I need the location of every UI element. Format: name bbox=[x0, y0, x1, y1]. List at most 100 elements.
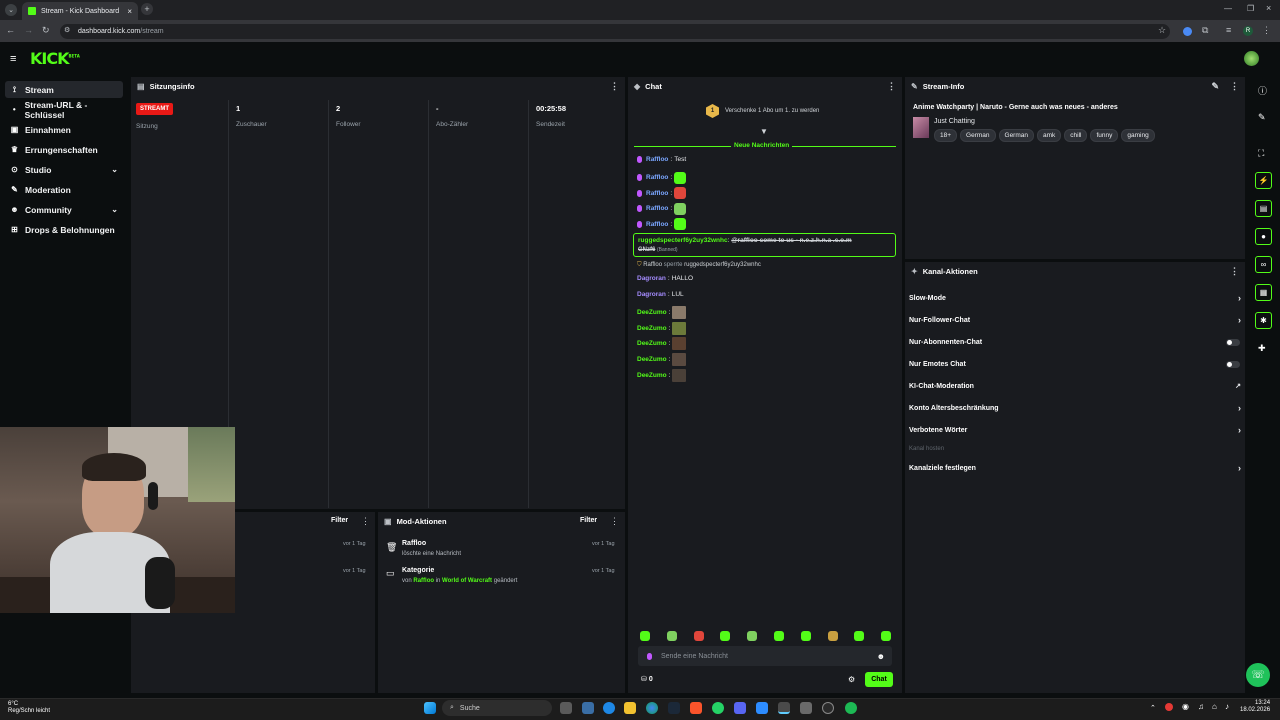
sidebar-item-5[interactable]: ✎ Moderation bbox=[5, 181, 123, 198]
profile-avatar[interactable]: R bbox=[1243, 26, 1253, 36]
activity-filter-button[interactable]: Filter bbox=[331, 517, 348, 524]
chat-emote[interactable] bbox=[672, 368, 687, 382]
chevron-down-icon[interactable]: ⌄ bbox=[111, 205, 118, 214]
kanal-row-8[interactable]: Kanalziele festlegen › bbox=[909, 461, 1241, 475]
reload-icon[interactable]: ↻ bbox=[42, 25, 50, 36]
toggle-switch[interactable] bbox=[1226, 360, 1240, 368]
app-icon-4[interactable] bbox=[778, 702, 790, 714]
file-explorer-icon[interactable] bbox=[624, 702, 636, 714]
emote-bar-item[interactable] bbox=[774, 631, 784, 641]
help-chat-button[interactable]: ☏ bbox=[1246, 663, 1270, 687]
chat-emote[interactable] bbox=[672, 337, 687, 351]
steam-icon[interactable] bbox=[668, 702, 680, 714]
banned-username[interactable]: ruggedspecterf6y2uy32wnhc bbox=[638, 237, 728, 244]
chat-username[interactable]: Dagroran bbox=[637, 275, 666, 282]
chat-username[interactable]: Raffloo bbox=[646, 190, 668, 197]
tab-search-icon[interactable]: ⌄ bbox=[5, 4, 17, 16]
extension-icon[interactable] bbox=[1183, 27, 1192, 36]
emote-bar-item[interactable] bbox=[640, 631, 650, 641]
tab-close-icon[interactable]: × bbox=[127, 7, 132, 16]
toggle-switch[interactable] bbox=[1226, 338, 1240, 346]
chat-emote[interactable] bbox=[674, 202, 687, 215]
tray-chevron-icon[interactable]: ⌃ bbox=[1150, 704, 1156, 712]
whatsapp-icon[interactable] bbox=[712, 702, 724, 714]
external-link-icon[interactable]: ↗ bbox=[1235, 382, 1241, 390]
chat-menu-icon[interactable]: ⋮ bbox=[887, 81, 896, 92]
discord-icon[interactable] bbox=[734, 702, 746, 714]
kanal-row-4[interactable]: KI-Chat-Moderation ↗ bbox=[909, 379, 1241, 393]
stream-info-edit-icon[interactable]: ✎ bbox=[1211, 81, 1219, 92]
stream-tag[interactable]: 18+ bbox=[934, 129, 958, 142]
chat-input[interactable]: Sende eine Nachricht ☻ bbox=[638, 646, 892, 666]
stream-info-menu-icon[interactable]: ⋮ bbox=[1230, 81, 1239, 92]
chat-username[interactable]: Dagroran bbox=[637, 291, 666, 298]
activity-menu-icon[interactable]: ⋮ bbox=[361, 516, 370, 527]
rail-notes-button[interactable]: ▤ bbox=[1255, 200, 1272, 217]
chevron-right-icon[interactable]: › bbox=[1238, 315, 1241, 325]
reading-list-icon[interactable]: ≡ bbox=[1226, 25, 1231, 35]
chat-username[interactable]: DeeZumo bbox=[637, 356, 667, 363]
rail-info-icon[interactable]: ⓘ bbox=[1258, 84, 1267, 97]
rail-tools-icon[interactable]: ✚ bbox=[1258, 343, 1266, 354]
chat-username[interactable]: Raffloo bbox=[646, 221, 668, 228]
chevron-right-icon[interactable]: › bbox=[1238, 403, 1241, 413]
hamburger-menu-icon[interactable]: ≡ bbox=[10, 53, 16, 65]
app-icon-2[interactable] bbox=[603, 702, 615, 714]
send-chat-button[interactable]: Chat bbox=[865, 672, 893, 687]
chat-username[interactable]: DeeZumo bbox=[637, 372, 667, 379]
chat-settings-icon[interactable]: ⚙ bbox=[848, 675, 855, 684]
chat-emote[interactable] bbox=[674, 218, 687, 231]
browser-menu-icon[interactable]: ⋮ bbox=[1262, 25, 1271, 36]
spotify-icon[interactable] bbox=[845, 702, 857, 714]
pinned-icon[interactable]: ▼ bbox=[760, 127, 768, 136]
chat-emote[interactable] bbox=[672, 306, 687, 320]
volume-icon[interactable]: ♪ bbox=[1225, 702, 1229, 711]
user-avatar[interactable] bbox=[1244, 51, 1259, 66]
rail-chat-button[interactable]: ● bbox=[1255, 228, 1272, 245]
kanal-menu-icon[interactable]: ⋮ bbox=[1230, 266, 1239, 277]
gift-sub-text[interactable]: Verschenke 1 Abo um 1. zu werden bbox=[725, 108, 819, 114]
system-target[interactable]: ruggedspecterf6y2uy32wnhc bbox=[684, 262, 761, 268]
mic-tray-icon[interactable]: ♫ bbox=[1198, 702, 1204, 711]
extensions-puzzle-icon[interactable]: ⧉ bbox=[1202, 25, 1208, 36]
tray-icon-2[interactable]: ◉ bbox=[1182, 702, 1189, 711]
chat-username[interactable]: DeeZumo bbox=[637, 340, 667, 347]
chat-username[interactable]: Raffloo bbox=[646, 156, 668, 163]
app-icon-3[interactable] bbox=[756, 702, 768, 714]
kanal-row-3[interactable]: Nur Emotes Chat bbox=[909, 357, 1241, 371]
chat-emote[interactable] bbox=[672, 353, 687, 366]
mod-menu-icon[interactable]: ⋮ bbox=[610, 516, 619, 527]
sidebar-item-0[interactable]: ⟟ Stream bbox=[5, 81, 123, 98]
stream-tag[interactable]: gaming bbox=[1121, 129, 1155, 142]
url-bar[interactable]: dashboard.kick.com/stream bbox=[60, 24, 1170, 39]
stream-tag[interactable]: funny bbox=[1090, 129, 1119, 142]
emote-bar-item[interactable] bbox=[693, 631, 704, 641]
category-thumbnail[interactable] bbox=[913, 117, 929, 138]
chevron-right-icon[interactable]: › bbox=[1238, 463, 1241, 473]
chat-emote[interactable] bbox=[672, 321, 687, 335]
new-tab-icon[interactable]: + bbox=[141, 3, 153, 15]
emoji-picker-icon[interactable]: ☻ bbox=[877, 652, 885, 661]
browser-tab[interactable]: Stream - Kick Dashboard × bbox=[22, 2, 138, 20]
maximize-icon[interactable]: ❐ bbox=[1247, 4, 1254, 13]
stream-tag[interactable]: amk bbox=[1037, 129, 1062, 142]
kick-logo[interactable]: KICKBETA bbox=[30, 49, 80, 68]
emote-bar-item[interactable] bbox=[881, 631, 892, 641]
obs-icon[interactable] bbox=[822, 702, 834, 714]
rail-link-button[interactable]: ∞ bbox=[1255, 256, 1272, 273]
points-display[interactable]: ⛁ 0 bbox=[641, 675, 653, 683]
sidebar-item-4[interactable]: ⊙ Studio ⌄ bbox=[5, 161, 123, 178]
site-info-icon[interactable]: ⚙ bbox=[64, 26, 70, 34]
taskbar-search[interactable]: ⌕ Suche bbox=[442, 700, 552, 716]
emote-bar-item[interactable] bbox=[800, 631, 811, 641]
rail-layout-button[interactable]: ▦ bbox=[1255, 284, 1272, 301]
minimize-icon[interactable]: — bbox=[1224, 4, 1232, 13]
kanal-row-5[interactable]: Konto Altersbeschränkung › bbox=[909, 401, 1241, 415]
mod-row-2-user[interactable]: Raffloo bbox=[413, 578, 434, 584]
close-window-icon[interactable]: × bbox=[1266, 3, 1271, 13]
rail-edit-icon[interactable]: ✎ bbox=[1258, 112, 1266, 123]
kanal-row-1[interactable]: Nur-Follower-Chat › bbox=[909, 313, 1241, 327]
chat-emote[interactable] bbox=[674, 187, 687, 200]
category-name[interactable]: Just Chatting bbox=[934, 118, 975, 125]
sidebar-item-7[interactable]: ⊞ Drops & Belohnungen bbox=[5, 221, 123, 238]
